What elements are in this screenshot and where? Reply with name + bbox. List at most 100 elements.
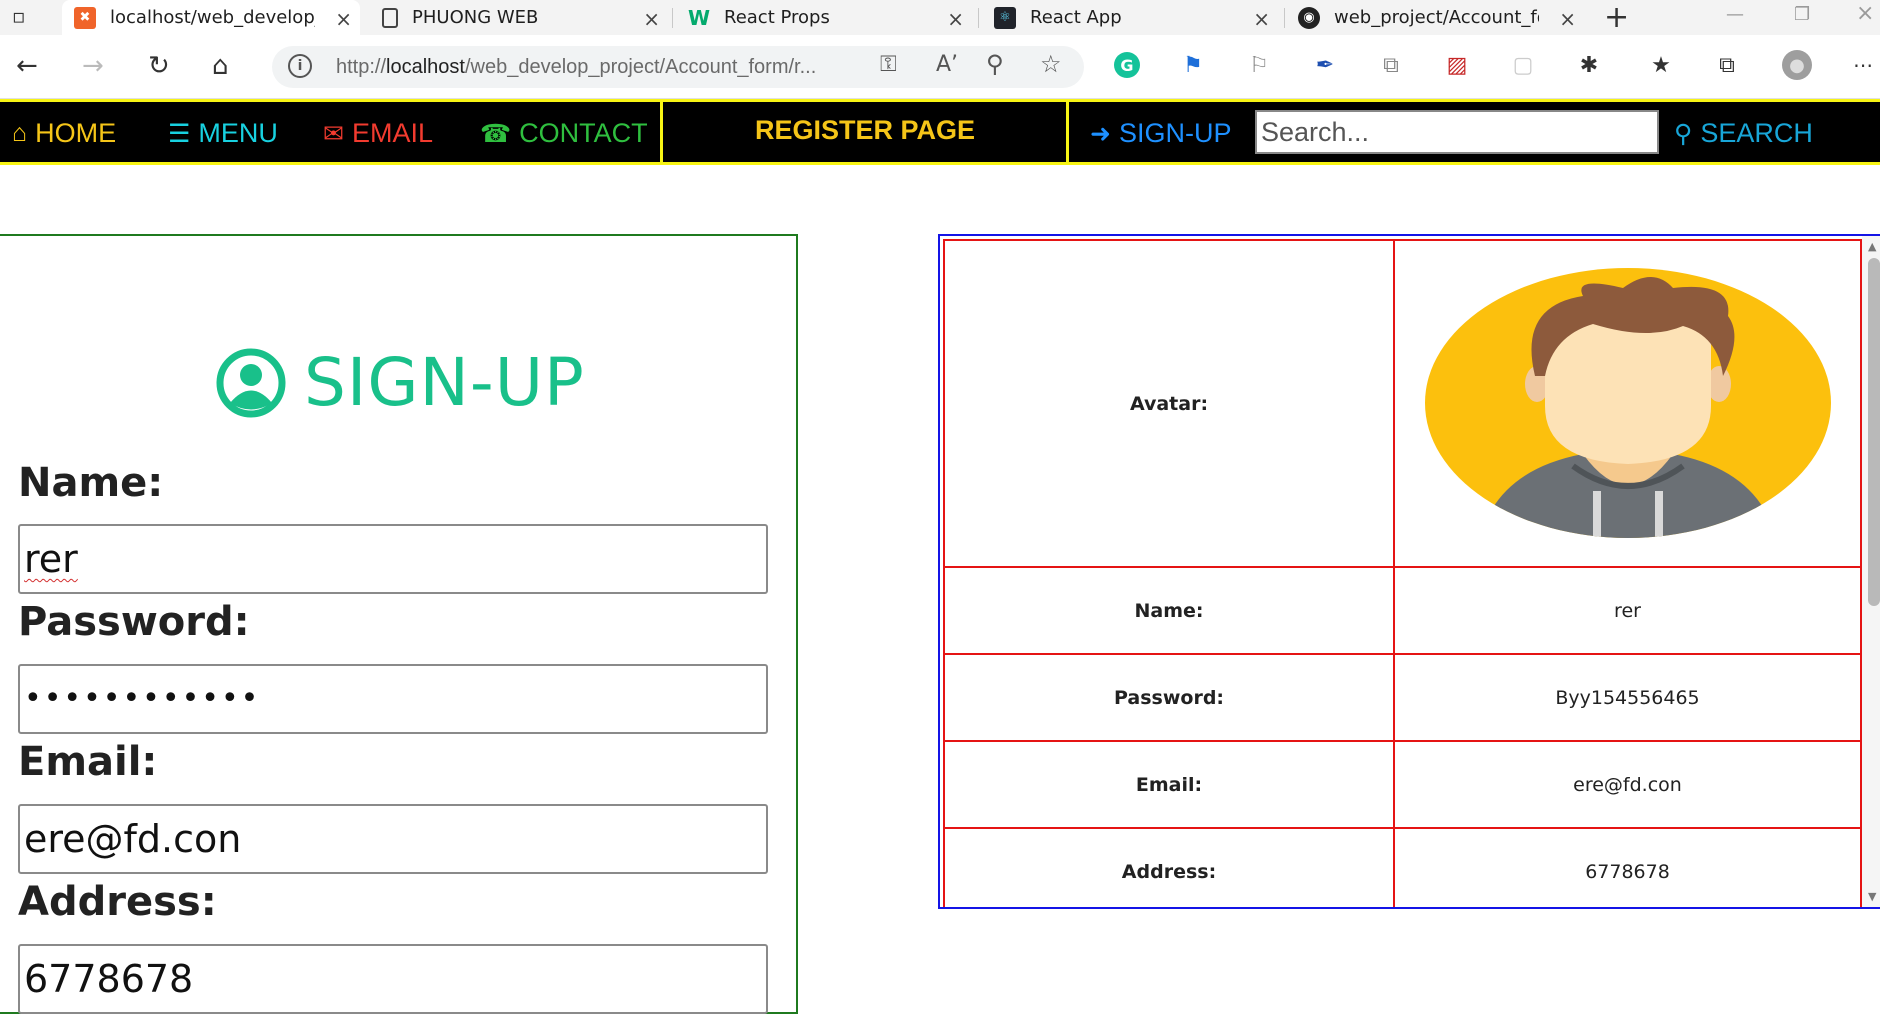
browser-tab-bar: ▫ ✖ localhost/web_develop_pr × PHUONG WE… [0, 0, 1880, 35]
user-circle-icon [216, 348, 286, 417]
back-icon[interactable]: ← [16, 51, 38, 81]
tab-4[interactable]: ⚛ React App × [982, 0, 1278, 35]
tab-actions-icon[interactable]: ▫ [12, 4, 26, 28]
nav-signup[interactable]: ➜ SIGN-UP [1090, 118, 1231, 149]
close-icon[interactable]: × [1559, 7, 1576, 31]
url-host: localhost [386, 56, 465, 78]
password-input[interactable]: •••••••••••• [18, 664, 768, 734]
address-input[interactable]: 6778678 [18, 944, 768, 1014]
table-value-cell: ere@fd.con [1393, 740, 1862, 829]
collections-icon[interactable]: ⧉ [1714, 52, 1740, 78]
tab-title: PHUONG WEB [412, 7, 539, 28]
table-key-cell: Avatar: [943, 239, 1395, 568]
minimize-icon[interactable]: — [1726, 4, 1744, 25]
pen-icon[interactable]: ✒ [1312, 52, 1338, 78]
refresh-icon[interactable]: ↻ [148, 51, 170, 81]
w3schools-icon: W [687, 5, 711, 30]
bars-icon: ☰ [168, 119, 191, 148]
close-icon[interactable]: × [947, 7, 964, 31]
table-key-cell: Address: [943, 827, 1395, 907]
account-table: Avatar: Name: rer Password: Byy154556465… [943, 239, 1862, 907]
signup-form: SIGN-UP Name: rer Password: ••••••••••••… [0, 234, 798, 1014]
flag-icon[interactable]: ⚐ [1246, 52, 1272, 78]
close-icon[interactable]: × [1253, 7, 1270, 31]
avatar-cell [1393, 239, 1862, 568]
site-info-icon[interactable]: i [288, 54, 312, 78]
table-key-cell: Password: [943, 653, 1395, 742]
tab-title: React Props [724, 7, 830, 28]
nav-home[interactable]: ⌂ HOME [12, 118, 116, 149]
more-options-icon[interactable]: ⋯ [1850, 52, 1876, 78]
nav-contact[interactable]: ☎ CONTACT [480, 118, 648, 149]
profile-avatar-icon[interactable]: ● [1782, 50, 1812, 80]
close-icon[interactable]: × [643, 7, 660, 31]
nav-email-label: EMAIL [351, 118, 433, 148]
scroll-up-icon[interactable]: ▲ [1868, 240, 1876, 253]
tab-2[interactable]: PHUONG WEB × [372, 0, 668, 35]
tab-separator [672, 8, 673, 28]
table-value-cell: 6778678 [1393, 827, 1862, 907]
url-scheme: http:// [336, 56, 387, 78]
sign-in-icon: ➜ [1090, 119, 1111, 148]
extension-trophy-icon[interactable]: ⚑ [1180, 52, 1206, 78]
search-icon: ⚲ [1674, 119, 1693, 148]
form-title: SIGN-UP [304, 344, 585, 421]
url-text[interactable]: http://localhost/web_develop_project/Acc… [336, 56, 816, 79]
copy-extension-icon[interactable]: ⧉ [1378, 52, 1404, 78]
password-label: Password: [18, 599, 250, 645]
page-title: REGISTER PAGE [754, 115, 976, 145]
address-label: Address: [18, 879, 217, 925]
table-row: Address: 6778678 [943, 827, 1862, 907]
nav-divider [1066, 102, 1069, 162]
account-preview-panel[interactable]: Avatar: Name: rer Password: Byy154556465… [938, 234, 1880, 909]
maximize-icon[interactable]: ❐ [1794, 4, 1810, 25]
extensions-icon[interactable]: ✱ [1576, 52, 1602, 78]
tab-1[interactable]: ✖ localhost/web_develop_pr × [62, 0, 360, 35]
home-icon[interactable]: ⌂ [212, 51, 229, 81]
name-input[interactable]: rer [18, 524, 768, 594]
favorites-icon[interactable]: ★ [1648, 52, 1674, 78]
window-close-icon[interactable]: × [1856, 1, 1874, 26]
email-input[interactable]: ere@fd.con [18, 804, 768, 874]
site-navbar: ⌂ HOME ☰ MENU ✉ EMAIL ☎ CONTACT REGISTER… [0, 99, 1880, 165]
table-row: Avatar: [943, 239, 1862, 568]
nav-email[interactable]: ✉ EMAIL [323, 118, 433, 149]
favorite-add-icon[interactable]: ☆ [1040, 50, 1062, 78]
new-tab-icon[interactable]: + [1604, 0, 1629, 35]
tab-separator [1284, 8, 1285, 28]
address-bar[interactable]: i http://localhost/web_develop_project/A… [272, 46, 1084, 88]
tab-3[interactable]: W React Props × [676, 0, 972, 35]
search-button-label: SEARCH [1700, 118, 1813, 148]
forward-icon[interactable]: → [82, 51, 104, 81]
table-value-cell: rer [1393, 566, 1862, 655]
table-key-cell: Email: [943, 740, 1395, 829]
table-row: Password: Byy154556465 [943, 653, 1862, 742]
table-value-cell: Byy154556465 [1393, 653, 1862, 742]
tab-title: localhost/web_develop_pr [110, 7, 315, 28]
url-path: /web_develop_project/Account_form/r... [464, 56, 817, 78]
zoom-out-icon[interactable]: ⚲ [986, 50, 1004, 78]
nav-contact-label: CONTACT [519, 118, 648, 148]
close-icon[interactable]: × [335, 7, 352, 31]
nav-menu[interactable]: ☰ MENU [168, 118, 278, 149]
nav-home-label: HOME [35, 118, 117, 148]
grey-extension-icon[interactable]: ▢ [1510, 52, 1536, 78]
avatar-image [1424, 268, 1831, 538]
search-input[interactable]: Search... [1255, 110, 1659, 154]
react-icon: ⚛ [994, 6, 1016, 29]
grammarly-icon[interactable]: G [1114, 52, 1140, 78]
name-value: rer [24, 537, 78, 581]
search-button[interactable]: ⚲ SEARCH [1674, 118, 1813, 149]
vertical-scrollbar[interactable]: ▲ ▼ [1862, 236, 1880, 907]
table-row: Email: ere@fd.con [943, 740, 1862, 829]
key-icon[interactable]: ⚿ [880, 52, 897, 77]
tab-title: React App [1030, 7, 1122, 28]
pdf-extension-icon[interactable]: ▨ [1444, 52, 1470, 78]
browser-toolbar: ← → ↻ ⌂ i http://localhost/web_develop_p… [0, 35, 1880, 99]
scrollbar-thumb[interactable] [1868, 258, 1880, 606]
tab-title: web_project/Account_form [1334, 7, 1539, 28]
scroll-down-icon[interactable]: ▼ [1868, 890, 1876, 903]
read-aloud-icon[interactable]: A’ [936, 52, 958, 77]
tab-5[interactable]: ◉ web_project/Account_form × [1288, 0, 1584, 35]
page-icon [382, 7, 398, 28]
